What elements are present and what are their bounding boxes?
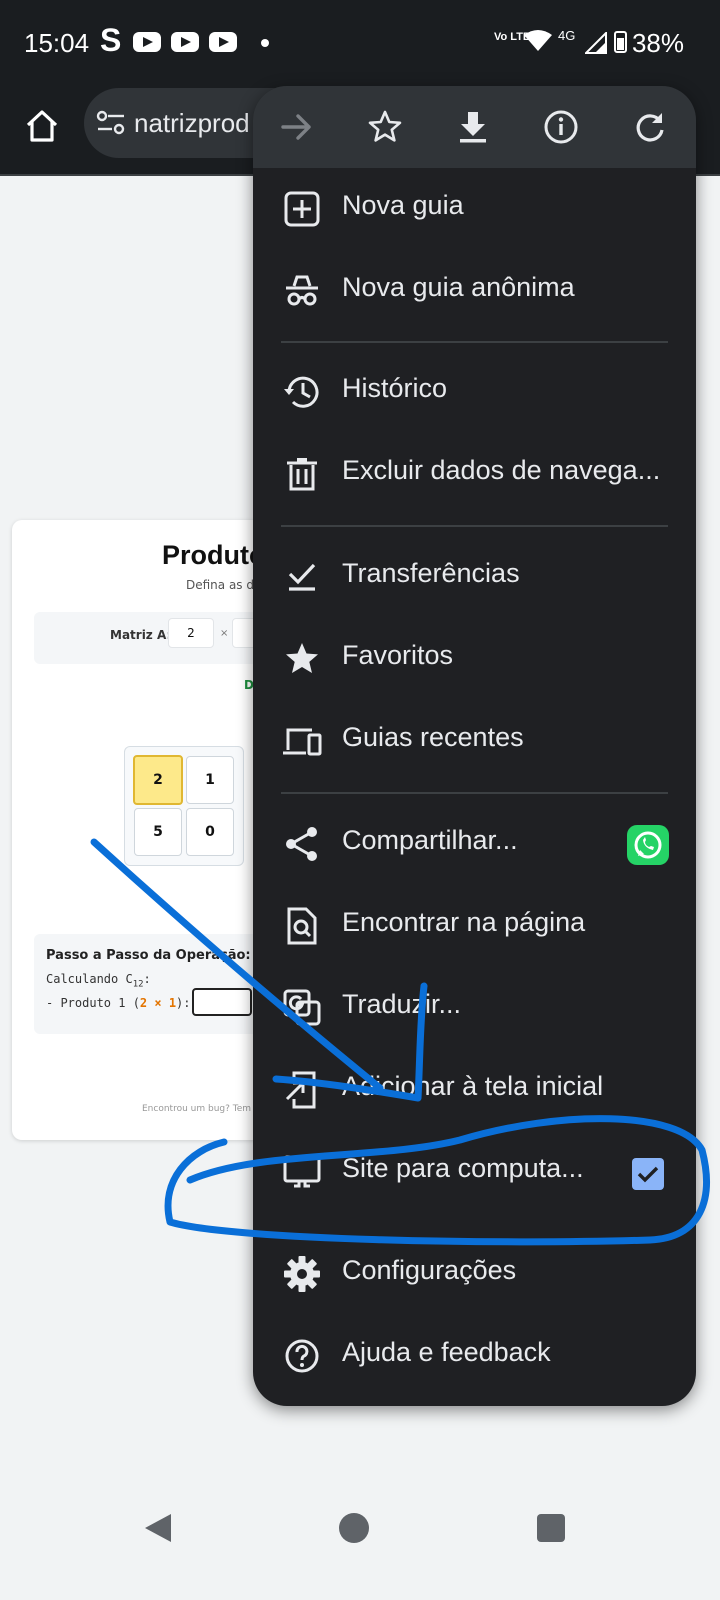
steps-panel: Passo a Passo da Operação: Calculando C1… (34, 934, 272, 1034)
menu-item-label: Compartilhar... (342, 825, 518, 855)
app-notification-icon: S (100, 22, 122, 58)
bookmark-star-icon[interactable] (364, 106, 406, 148)
site-settings-icon[interactable] (96, 110, 126, 136)
back-icon[interactable] (143, 1512, 173, 1544)
recents-icon[interactable] (537, 1514, 565, 1542)
incognito-icon (286, 275, 318, 306)
menu-item-share[interactable]: Compartilhar... (253, 803, 696, 885)
menu-divider (281, 792, 668, 794)
reload-icon[interactable] (629, 106, 671, 148)
matrix-a-label: Matriz A: (110, 628, 172, 642)
menu-item-label: Configurações (342, 1255, 517, 1285)
menu-item-clear-data[interactable]: Excluir dados de navega... (253, 433, 696, 515)
rows-input[interactable]: 2 (168, 618, 214, 648)
matrix-cell[interactable]: 1 (186, 756, 234, 804)
menu-item-bookmarks[interactable]: Favoritos (253, 618, 696, 700)
status-time: 15:04 (24, 28, 90, 58)
menu-item-downloads[interactable]: Transferências (253, 536, 696, 618)
new-tab-icon (284, 191, 320, 227)
devices-icon (283, 728, 322, 756)
status-bar: 15:04 S Vo LTE 4G 38% (0, 0, 720, 88)
whatsapp-icon[interactable] (627, 825, 669, 865)
youtube-icon (171, 32, 199, 52)
gear-icon (284, 1256, 320, 1292)
menu-item-new-tab[interactable]: Nova guia (253, 168, 696, 250)
menu-item-desktop-site[interactable]: Site para computa... (253, 1131, 696, 1213)
answer-input[interactable] (192, 988, 252, 1016)
battery-icon (614, 31, 627, 53)
steps-calc-line: Calculando C12: (46, 972, 151, 990)
signal-icon (585, 32, 607, 54)
times-sign: × (220, 628, 229, 639)
battery-level: 38% (631, 28, 684, 58)
menu-item-label: Encontrar na página (342, 907, 586, 937)
menu-item-incognito[interactable]: Nova guia anônima (253, 250, 696, 332)
home-icon[interactable] (22, 106, 62, 146)
forward-icon[interactable] (276, 106, 318, 148)
check-icon (637, 1166, 659, 1183)
desktop-icon (283, 1155, 321, 1188)
menu-item-add-to-home[interactable]: Adicionar à tela inicial (253, 1049, 696, 1131)
info-icon[interactable] (540, 106, 582, 148)
translate-icon (283, 989, 321, 1026)
menu-divider (281, 341, 668, 343)
download-icon[interactable] (452, 106, 494, 148)
matrix-cell[interactable]: 5 (134, 808, 182, 856)
menu-item-help[interactable]: Ajuda e feedback (253, 1315, 696, 1397)
menu-item-label: Site para computa... (342, 1153, 584, 1183)
page-card: Produto Defina as dim Matriz A: 2 × D 2 … (12, 520, 272, 1140)
network-type: 4G (558, 28, 576, 43)
dimension-inputs: Matriz A: 2 × (34, 612, 272, 664)
footer-text: Encontrou um bug? Tem alg (142, 1104, 268, 1114)
youtube-icon (133, 32, 161, 52)
steps-product-line: - Produto 1 (2 × 1): (46, 996, 191, 1010)
star-icon (286, 643, 318, 673)
menu-item-label: Adicionar à tela inicial (342, 1071, 604, 1101)
menu-item-label: Excluir dados de navega... (342, 455, 661, 485)
menu-item-settings[interactable]: Configurações (253, 1233, 696, 1315)
youtube-icon (209, 32, 237, 52)
home-nav-icon[interactable] (339, 1513, 369, 1543)
find-in-page-icon (287, 907, 317, 945)
wifi-icon (524, 30, 552, 51)
history-icon (284, 376, 319, 408)
menu-item-label: Transferências (342, 558, 520, 588)
menu-item-find-in-page[interactable]: Encontrar na página (253, 885, 696, 967)
more-notifications-dot (261, 39, 269, 47)
downloads-icon (288, 563, 316, 591)
trash-icon (287, 458, 317, 491)
page-title: Produto (162, 540, 266, 570)
matrix-cell[interactable]: 0 (186, 808, 234, 856)
matrix-grid: 2 1 5 0 (124, 746, 244, 866)
overflow-menu: Nova guia Nova guia anônima Histórico Ex… (253, 86, 696, 1406)
help-icon (285, 1339, 319, 1373)
menu-toolbar (253, 86, 696, 168)
menu-item-label: Traduzir... (342, 989, 462, 1019)
menu-item-label: Ajuda e feedback (342, 1337, 551, 1367)
desktop-site-checkbox[interactable] (632, 1158, 664, 1190)
steps-title: Passo a Passo da Operação: (46, 948, 251, 963)
menu-item-label: Histórico (342, 373, 448, 403)
menu-item-history[interactable]: Histórico (253, 351, 696, 433)
menu-item-label: Nova guia anônima (342, 272, 575, 302)
add-to-home-icon (285, 1071, 316, 1109)
share-icon (286, 827, 317, 861)
menu-divider (281, 525, 668, 527)
url-text[interactable]: natrizprod (134, 108, 254, 139)
menu-item-recent-tabs[interactable]: Guias recentes (253, 700, 696, 782)
matrix-cell[interactable]: 2 (133, 755, 183, 805)
menu-item-label: Favoritos (342, 640, 454, 670)
menu-item-label: Guias recentes (342, 722, 524, 752)
menu-item-translate[interactable]: Traduzir... (253, 967, 696, 1049)
menu-item-label: Nova guia (342, 190, 464, 220)
